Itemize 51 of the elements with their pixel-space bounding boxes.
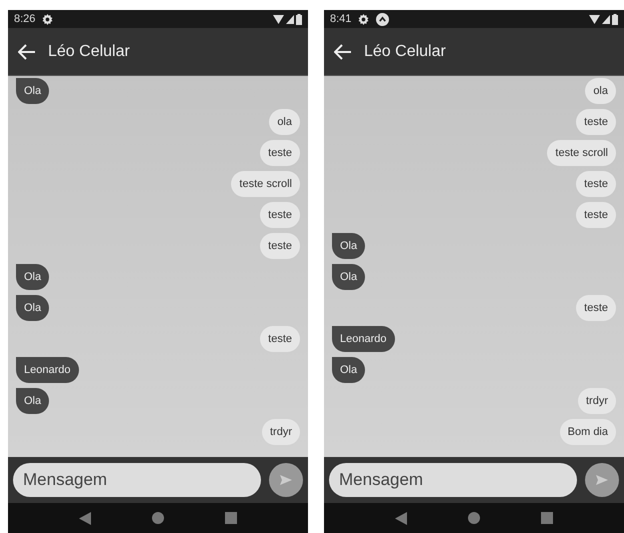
signal-icon [286, 14, 294, 24]
message-bubble: teste [576, 295, 616, 321]
wifi-icon [273, 14, 284, 24]
send-button[interactable] [585, 463, 619, 497]
notification-icon [376, 12, 390, 26]
back-nav-icon[interactable] [394, 512, 407, 524]
message-bubble: Ola [16, 264, 50, 290]
back-nav-icon[interactable] [78, 512, 91, 524]
message-bubble: Bom dia [560, 419, 616, 445]
message-bubble: teste [576, 109, 616, 135]
message-bubble: teste [260, 202, 300, 228]
message-field[interactable]: Mensagem [329, 463, 577, 497]
recents-icon[interactable] [225, 512, 238, 524]
battery-icon [612, 14, 618, 24]
send-icon [596, 475, 608, 485]
message-bubble: Ola [16, 78, 50, 104]
signal-icon [602, 14, 610, 24]
recents-icon[interactable] [541, 512, 554, 524]
home-icon[interactable] [468, 512, 480, 524]
settings-icon [358, 14, 370, 24]
message-bubble: ola [585, 78, 616, 104]
message-bubble: Ola [16, 295, 50, 321]
message-bubble: teste scroll [547, 140, 616, 166]
back-icon[interactable] [334, 44, 352, 60]
wifi-icon [589, 14, 600, 24]
status-time: 8:41 [330, 13, 352, 25]
message-bubble: Leonardo [16, 357, 78, 383]
send-button[interactable] [269, 463, 303, 497]
message-bubble: teste scroll [231, 171, 300, 197]
chat-title: Léo Celular [48, 42, 130, 60]
chat-title: Léo Celular [364, 42, 446, 60]
message-bubble: trdyr [262, 419, 300, 445]
message-bubble: Ola [332, 264, 366, 290]
message-bubble: teste [260, 140, 300, 166]
status-time: 8:26 [14, 13, 36, 25]
message-bubble: teste [260, 326, 300, 352]
message-bubble: ola [269, 109, 300, 135]
battery-icon [296, 14, 302, 24]
settings-icon [42, 14, 54, 24]
message-bubble: teste [260, 233, 300, 259]
home-icon[interactable] [152, 512, 164, 524]
send-icon [280, 475, 292, 485]
message-field[interactable]: Mensagem [13, 463, 261, 497]
back-icon[interactable] [18, 44, 36, 60]
message-bubble: teste [576, 171, 616, 197]
message-bubble: trdyr [578, 388, 616, 414]
message-bubble: Ola [16, 388, 50, 414]
message-bubble: Ola [332, 357, 366, 383]
message-bubble: teste [576, 202, 616, 228]
message-bubble: Leonardo [332, 326, 394, 352]
message-bubble: Ola [332, 233, 366, 259]
